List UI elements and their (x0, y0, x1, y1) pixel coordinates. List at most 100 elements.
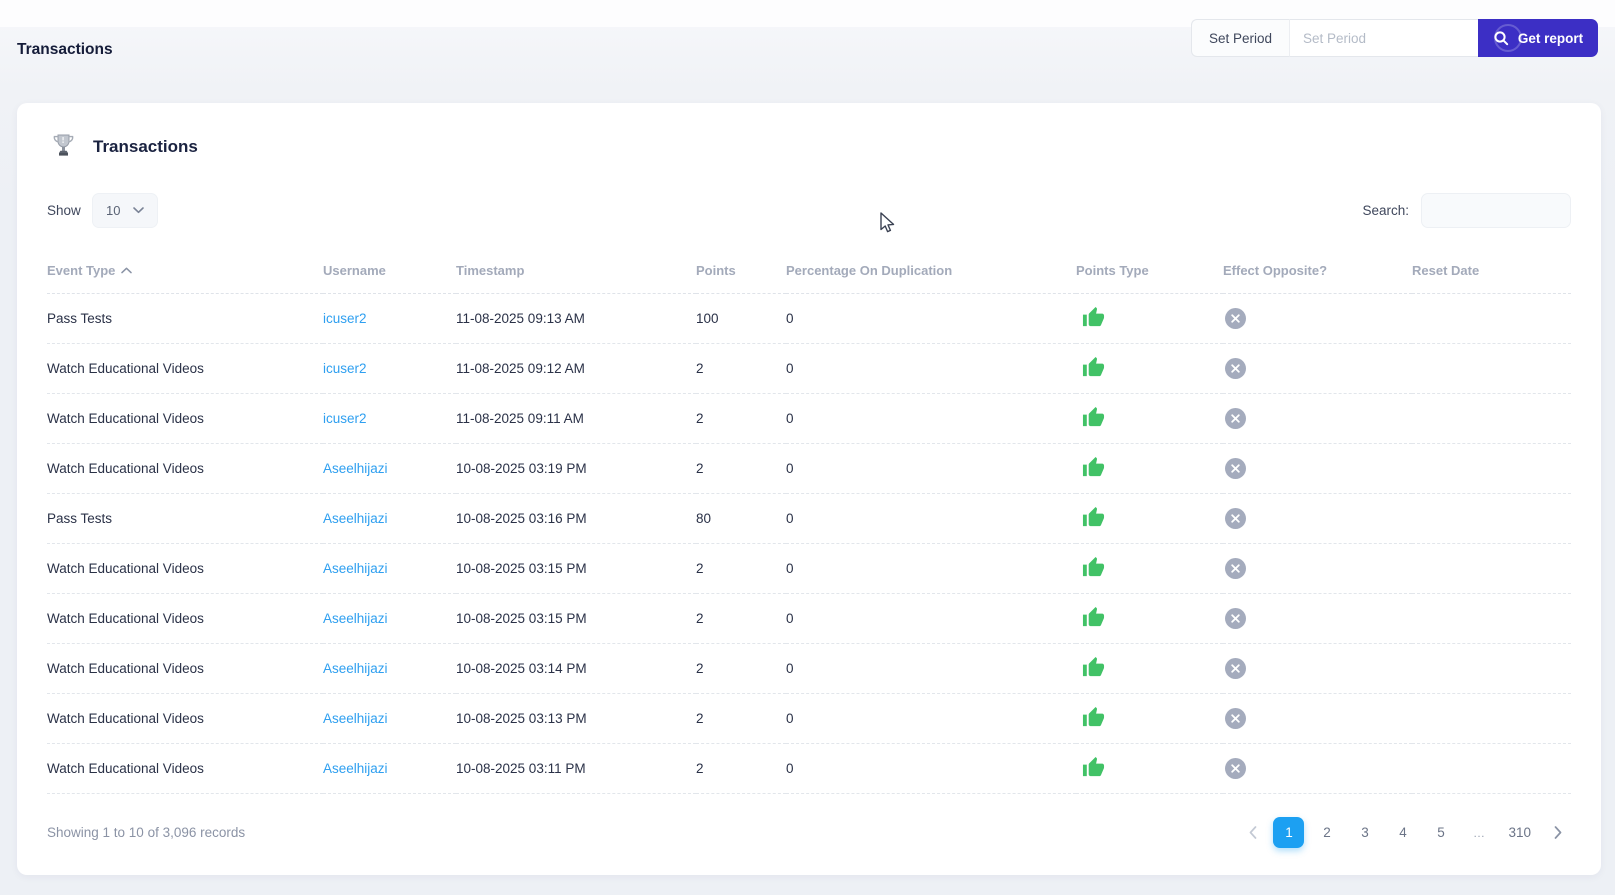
cell-points: 2 (696, 543, 786, 594)
cell-timestamp: 10-08-2025 03:11 PM (456, 743, 696, 794)
column-header-timestamp[interactable]: Timestamp (456, 246, 696, 294)
username-link[interactable]: Aseelhijazi (323, 561, 388, 576)
thumbs-up-icon (1082, 556, 1105, 579)
page-size-value: 10 (106, 203, 121, 218)
pagination: 1 2 3 4 5 … 310 (1240, 817, 1571, 848)
cell-reset-date (1412, 393, 1571, 444)
cell-effect-opposite (1223, 543, 1412, 594)
cell-reset-date (1412, 643, 1571, 694)
cell-effect-opposite (1223, 643, 1412, 694)
get-report-button[interactable]: Get report (1478, 19, 1598, 57)
table-row: Watch Educational Videos Aseelhijazi 10-… (47, 693, 1571, 744)
cell-effect-opposite (1223, 743, 1412, 794)
cell-points-type (1076, 593, 1223, 644)
username-link[interactable]: Aseelhijazi (323, 711, 388, 726)
page-size-select[interactable]: 10 (91, 193, 158, 228)
table-row: Watch Educational Videos Aseelhijazi 10-… (47, 643, 1571, 694)
cell-percentage: 0 (786, 443, 1076, 494)
cell-points-type (1076, 343, 1223, 394)
username-link[interactable]: icuser2 (323, 411, 367, 426)
username-link[interactable]: Aseelhijazi (323, 461, 388, 476)
pagination-page-4[interactable]: 4 (1387, 817, 1418, 848)
cell-percentage: 0 (786, 593, 1076, 644)
chevron-down-icon (132, 207, 144, 214)
table-row: Watch Educational Videos Aseelhijazi 10-… (47, 443, 1571, 494)
set-period-input[interactable] (1290, 19, 1478, 57)
cell-points-type (1076, 293, 1223, 344)
x-circle-icon (1225, 508, 1246, 529)
trophy-icon (53, 134, 74, 156)
records-summary: Showing 1 to 10 of 3,096 records (47, 825, 246, 840)
cell-timestamp: 10-08-2025 03:13 PM (456, 693, 696, 744)
cell-points-type (1076, 693, 1223, 744)
cell-effect-opposite (1223, 443, 1412, 494)
cell-username: icuser2 (323, 393, 456, 444)
column-header-points-type[interactable]: Points Type (1076, 246, 1223, 294)
username-link[interactable]: icuser2 (323, 361, 367, 376)
pagination-page-1[interactable]: 1 (1273, 817, 1305, 848)
card-header: Transactions (47, 133, 1571, 160)
table-controls: Show 10 Search: (47, 193, 1571, 228)
pagination-prev[interactable] (1240, 817, 1266, 848)
table-footer: Showing 1 to 10 of 3,096 records 1 2 3 4 5 … 3… (47, 817, 1571, 848)
cell-event-type: Watch Educational Videos (47, 393, 323, 444)
pagination-page-5[interactable]: 5 (1425, 817, 1456, 848)
search-label: Search: (1362, 203, 1409, 218)
show-label: Show (47, 203, 81, 218)
table-row: Pass Tests Aseelhijazi 10-08-2025 03:16 … (47, 493, 1571, 544)
username-link[interactable]: icuser2 (323, 311, 367, 326)
cell-points-type (1076, 393, 1223, 444)
pagination-page-2[interactable]: 2 (1311, 817, 1342, 848)
spinner-ring-icon (1494, 24, 1522, 52)
search-control: Search: (1362, 193, 1571, 228)
column-header-event-type[interactable]: Event Type (47, 246, 323, 294)
cell-points: 2 (696, 743, 786, 794)
pagination-page-310[interactable]: 310 (1501, 817, 1538, 848)
cell-reset-date (1412, 293, 1571, 344)
pagination-next[interactable] (1545, 817, 1571, 848)
set-period-group: Set Period Get report (1190, 19, 1598, 57)
cell-username: Aseelhijazi (323, 443, 456, 494)
cell-reset-date (1412, 693, 1571, 744)
pagination-page-3[interactable]: 3 (1349, 817, 1380, 848)
thumbs-up-icon (1082, 506, 1105, 529)
cell-timestamp: 10-08-2025 03:14 PM (456, 643, 696, 694)
cell-effect-opposite (1223, 293, 1412, 344)
cell-points: 2 (696, 443, 786, 494)
column-header-reset-date[interactable]: Reset Date (1412, 246, 1571, 294)
x-circle-icon (1225, 708, 1246, 729)
cell-username: Aseelhijazi (323, 643, 456, 694)
cell-points: 2 (696, 393, 786, 444)
column-header-percentage[interactable]: Percentage On Duplication (786, 246, 1076, 294)
search-input[interactable] (1421, 193, 1571, 228)
cell-event-type: Pass Tests (47, 293, 323, 344)
thumbs-up-icon (1082, 656, 1105, 679)
table-row: Watch Educational Videos Aseelhijazi 10-… (47, 743, 1571, 794)
cell-effect-opposite (1223, 493, 1412, 544)
cell-event-type: Watch Educational Videos (47, 443, 323, 494)
transactions-card: Transactions Show 10 Search: Event Type (17, 103, 1601, 875)
x-circle-icon (1225, 308, 1246, 329)
column-header-points[interactable]: Points (696, 246, 786, 294)
cell-username: Aseelhijazi (323, 593, 456, 644)
username-link[interactable]: Aseelhijazi (323, 611, 388, 626)
cell-event-type: Watch Educational Videos (47, 543, 323, 594)
cell-username: Aseelhijazi (323, 693, 456, 744)
column-header-username[interactable]: Username (323, 246, 456, 294)
username-link[interactable]: Aseelhijazi (323, 761, 388, 776)
pagination-ellipsis: … (1472, 825, 1485, 840)
get-report-label: Get report (1517, 30, 1584, 46)
transactions-table: Event Type Username Timestamp Points Per… (47, 246, 1571, 794)
cell-points: 80 (696, 493, 786, 544)
cell-timestamp: 10-08-2025 03:15 PM (456, 593, 696, 644)
x-circle-icon (1225, 758, 1246, 779)
cell-points: 2 (696, 693, 786, 744)
cell-effect-opposite (1223, 393, 1412, 444)
thumbs-up-icon (1082, 706, 1105, 729)
username-link[interactable]: Aseelhijazi (323, 661, 388, 676)
username-link[interactable]: Aseelhijazi (323, 511, 388, 526)
cell-reset-date (1412, 543, 1571, 594)
cell-reset-date (1412, 593, 1571, 644)
column-header-effect-opposite[interactable]: Effect Opposite? (1223, 246, 1412, 294)
cell-event-type: Watch Educational Videos (47, 693, 323, 744)
